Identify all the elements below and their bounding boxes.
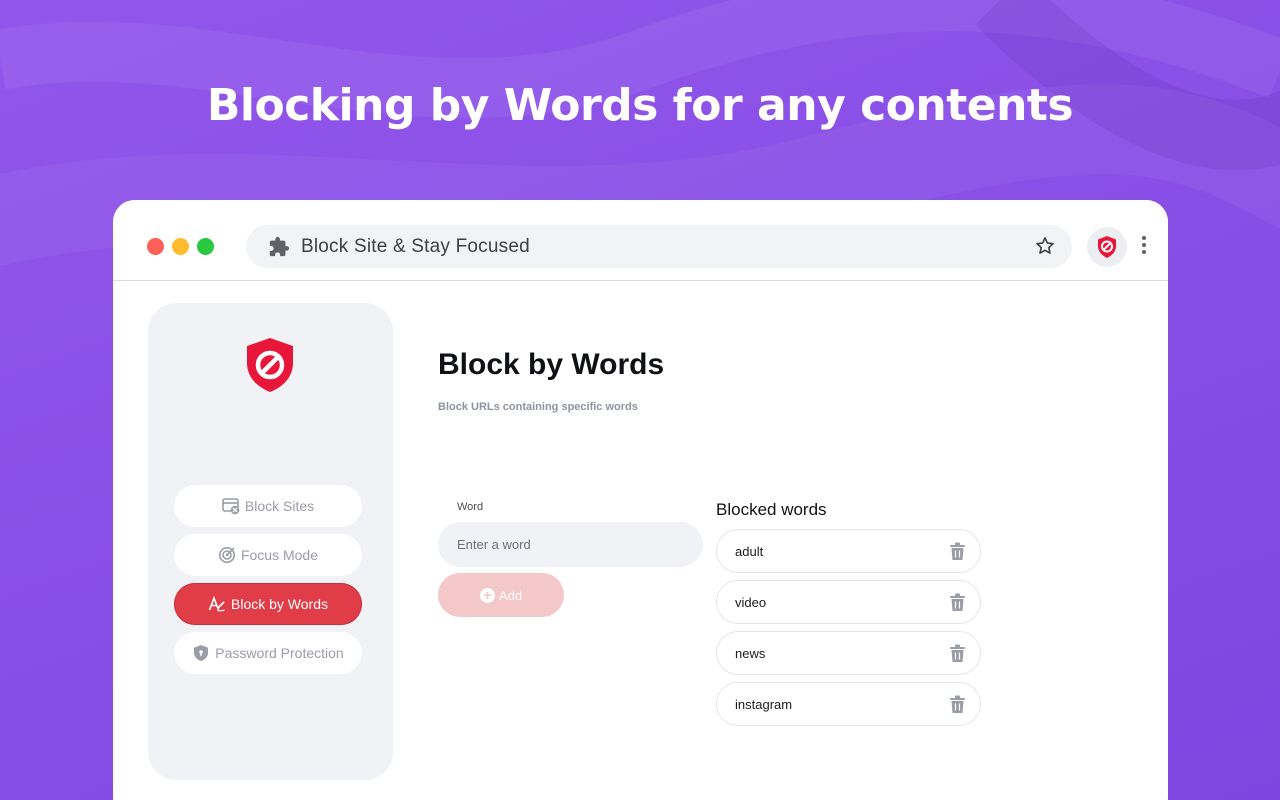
sidebar-item-label: Password Protection — [215, 645, 344, 661]
sidebar: Block Sites Focus Mode Block by Words Pa… — [148, 303, 393, 780]
browser-window: Block Site & Stay Focused Block Sites Fo… — [113, 200, 1168, 800]
plus-circle-icon: + — [479, 587, 495, 603]
page-headline: Blocking by Words for any contents — [206, 80, 1074, 131]
address-bar[interactable]: Block Site & Stay Focused — [246, 225, 1072, 268]
target-icon — [218, 547, 235, 563]
add-word-button[interactable]: + Add — [438, 573, 564, 617]
blocked-word-text: adult — [735, 544, 764, 559]
word-field-label: Word — [457, 501, 484, 513]
sidebar-item-label: Block Sites — [244, 498, 315, 514]
list-item: instagram — [716, 682, 981, 726]
page-title: Block by Words — [438, 348, 665, 381]
sidebar-item-password-protection[interactable]: Password Protection — [174, 632, 362, 674]
sidebar-item-focus-mode[interactable]: Focus Mode — [174, 534, 362, 576]
shield-block-icon — [1098, 236, 1116, 258]
list-item: news — [716, 631, 981, 675]
sidebar-item-label: Focus Mode — [240, 547, 319, 563]
text-edit-icon — [208, 595, 225, 612]
word-input[interactable] — [438, 522, 703, 567]
trash-icon[interactable] — [949, 644, 966, 663]
list-item: video — [716, 580, 981, 624]
window-maximize-button[interactable] — [197, 238, 214, 255]
browser-block-icon — [222, 498, 240, 515]
browser-toolbar: Block Site & Stay Focused — [113, 200, 1168, 281]
address-bar-text: Block Site & Stay Focused — [301, 236, 530, 257]
list-item: adult — [716, 529, 981, 573]
app-logo-icon — [247, 338, 293, 392]
blocked-word-text: news — [735, 646, 766, 661]
window-minimize-button[interactable] — [172, 238, 189, 255]
extension-button[interactable] — [1087, 227, 1127, 267]
bookmark-star-icon[interactable] — [1034, 235, 1056, 257]
blocked-words-heading: Blocked words — [716, 500, 827, 519]
sidebar-item-block-sites[interactable]: Block Sites — [174, 485, 362, 527]
browser-menu-icon[interactable] — [1138, 236, 1150, 256]
sidebar-item-label: Block by Words — [231, 596, 328, 612]
blocked-word-text: instagram — [735, 697, 793, 712]
window-close-button[interactable] — [147, 238, 164, 255]
trash-icon[interactable] — [949, 593, 966, 612]
trash-icon[interactable] — [949, 695, 966, 714]
blocked-words-list: adult video news instagram — [716, 529, 981, 733]
shield-lock-icon — [194, 645, 209, 661]
add-button-label: Add — [498, 587, 523, 603]
sidebar-item-block-by-words[interactable]: Block by Words — [174, 583, 362, 625]
blocked-word-text: video — [735, 595, 767, 610]
puzzle-icon — [269, 236, 290, 257]
page-subtitle: Block URLs containing specific words — [438, 401, 638, 413]
trash-icon[interactable] — [949, 542, 966, 561]
